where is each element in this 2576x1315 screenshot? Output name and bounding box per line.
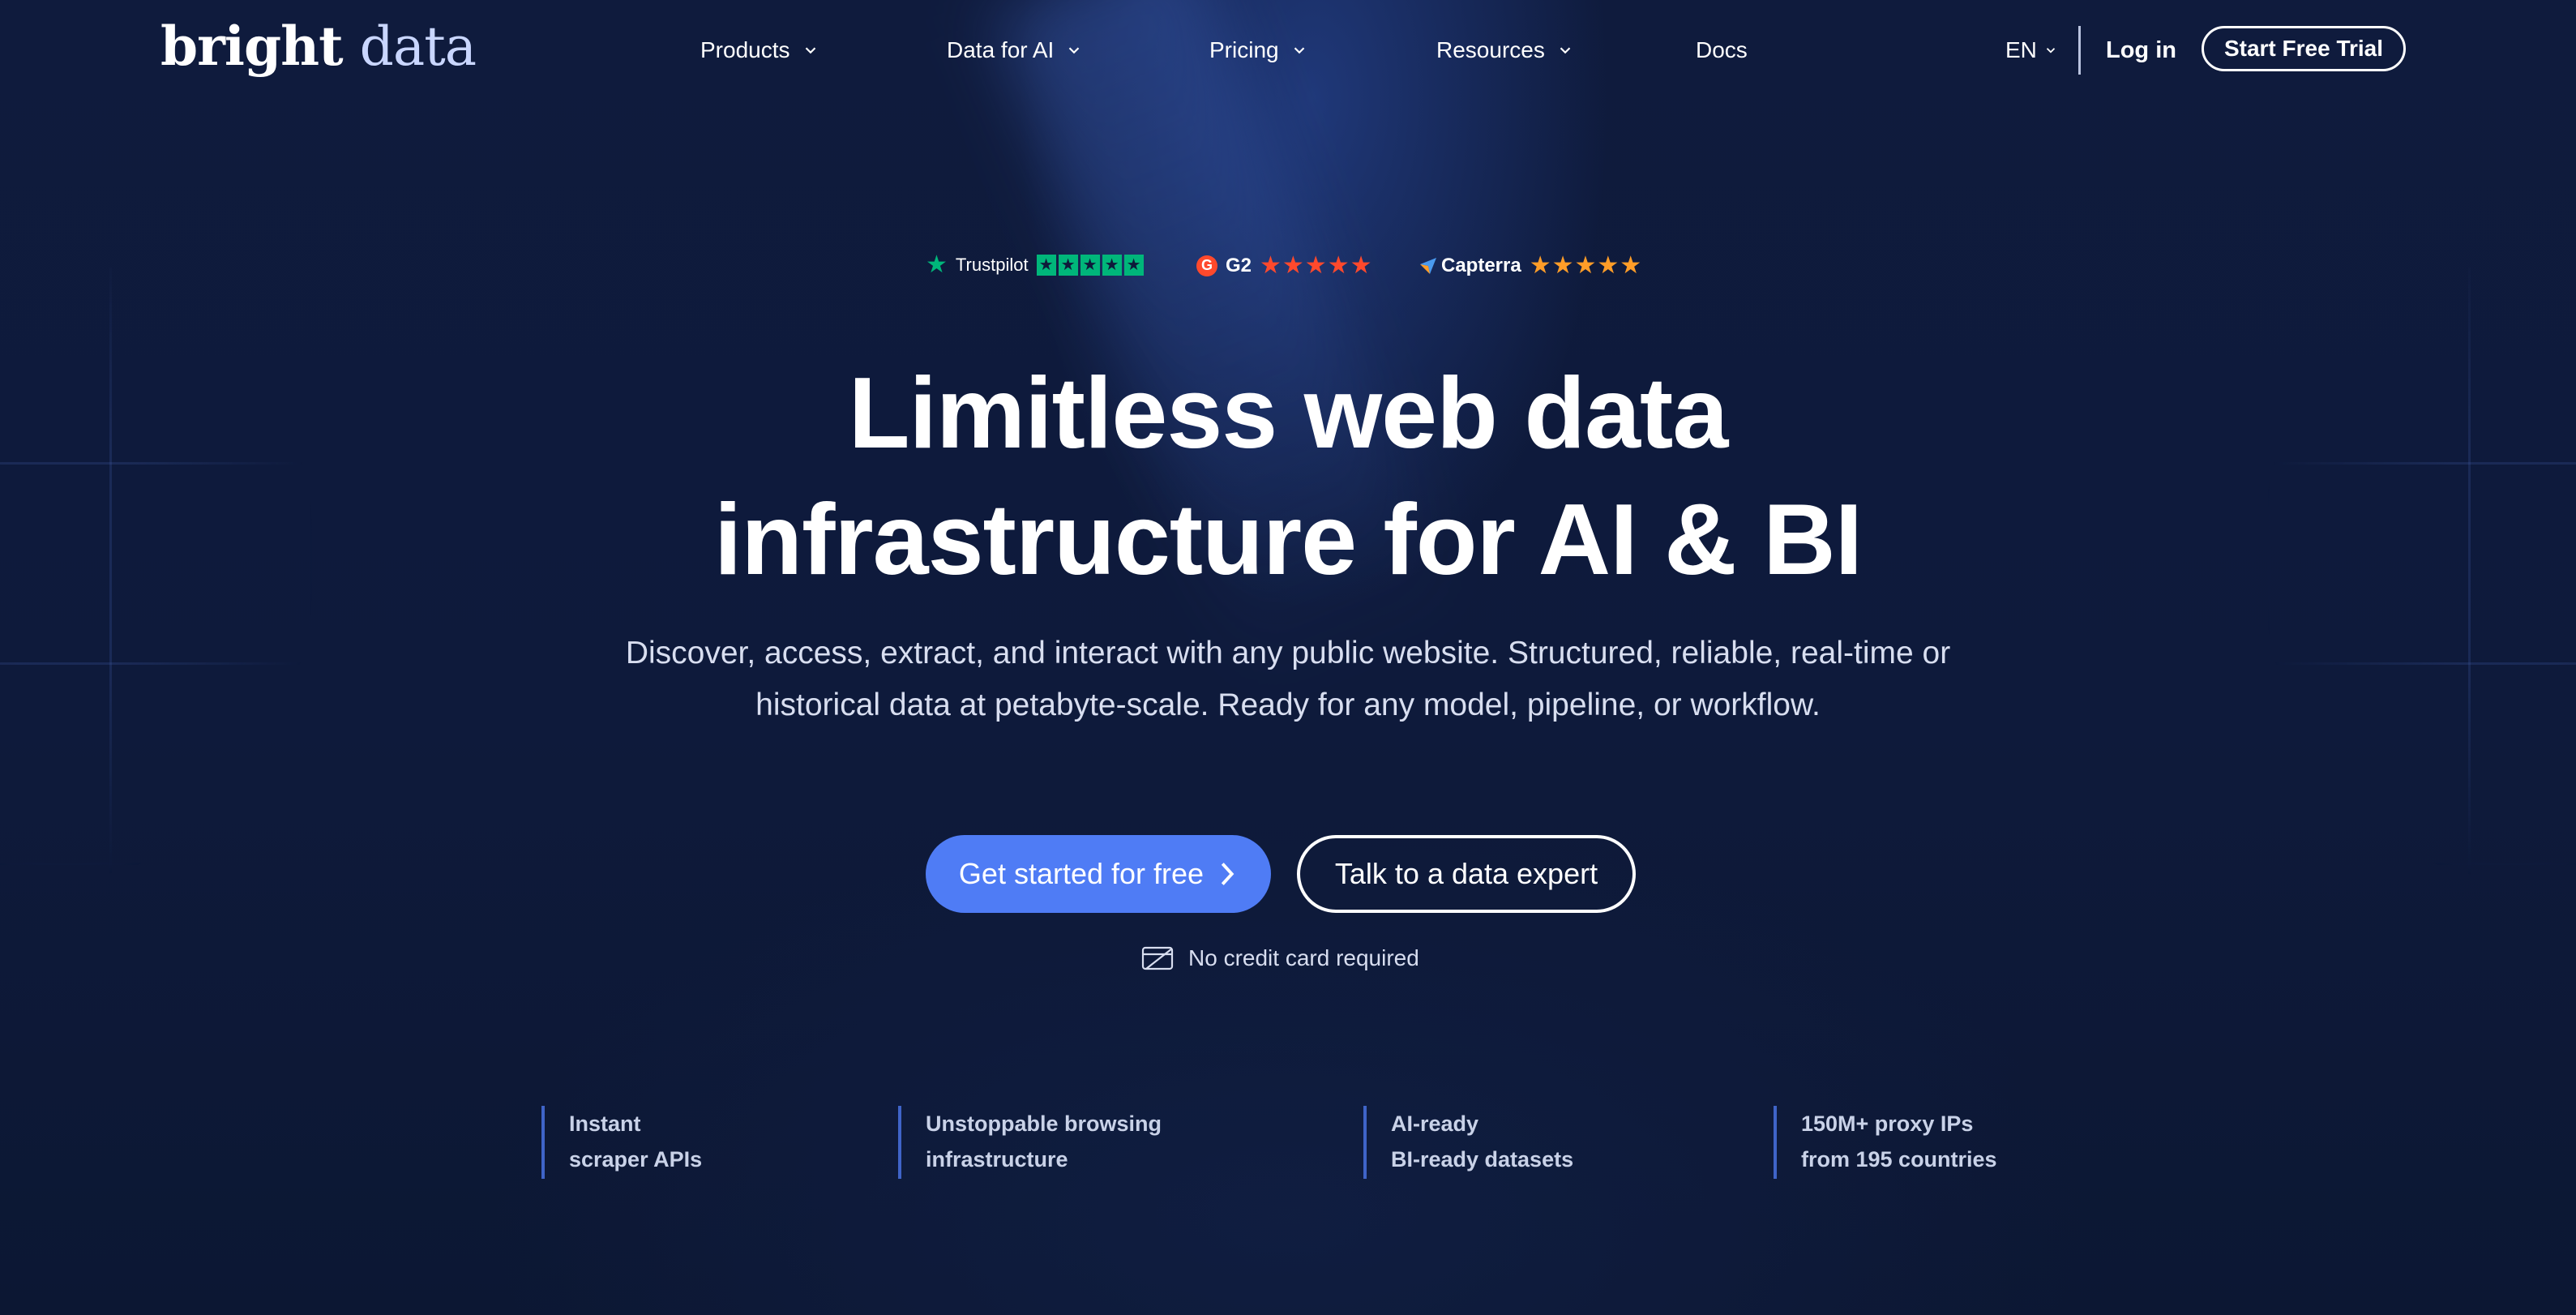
g2-logo-icon: G: [1196, 255, 1217, 276]
feature-item: AI-ready BI-ready datasets: [1363, 1106, 1573, 1179]
hero-title-line-1: Limitless web data: [848, 358, 1729, 469]
no-credit-card-note: No credit card required: [1141, 942, 1419, 974]
feature-line-2: from 195 countries: [1801, 1147, 1997, 1172]
get-started-button[interactable]: Get started for free: [926, 835, 1271, 913]
trustpilot-stars: ★ ★ ★ ★ ★: [1036, 255, 1144, 276]
nav-item-label: Resources: [1436, 37, 1545, 62]
feature-item: 150M+ proxy IPs from 195 countries: [1774, 1106, 1997, 1179]
trustpilot-star-icon: ★: [926, 251, 948, 278]
nav-item-resources[interactable]: Resources: [1436, 32, 1574, 68]
hero-subtitle: Discover, access, extract, and interact …: [0, 628, 2576, 731]
capterra-rating[interactable]: Capterra ★★★★★: [1419, 251, 1642, 280]
language-selector[interactable]: EN: [2005, 32, 2058, 68]
nav-item-products[interactable]: Products: [700, 32, 819, 68]
capterra-arrow-icon: [1420, 257, 1436, 274]
login-link[interactable]: Log in: [2106, 32, 2176, 68]
star-icon: ★: [1036, 255, 1056, 276]
capterra-stars: ★★★★★: [1529, 252, 1643, 279]
feature-line-2: BI-ready datasets: [1391, 1147, 1574, 1172]
top-navigation: bright data Products Data for AI Pricing…: [0, 0, 2576, 101]
capterra-label: Capterra: [1441, 254, 1521, 276]
feature-line-1: Unstoppable browsing: [926, 1112, 1162, 1136]
bright-data-logo[interactable]: bright data: [160, 10, 477, 84]
start-free-trial-button[interactable]: Start Free Trial: [2202, 26, 2406, 71]
get-started-label: Get started for free: [958, 857, 1205, 890]
g2-rating[interactable]: G G2 ★★★★★: [1196, 251, 1373, 280]
chevron-down-icon: [1294, 47, 1304, 54]
talk-to-expert-button[interactable]: Talk to a data expert: [1297, 835, 1636, 913]
nav-divider: [2078, 26, 2081, 75]
star-icon: ★: [1080, 255, 1100, 276]
trustpilot-label: Trustpilot: [955, 255, 1029, 275]
chevron-down-icon: [1069, 47, 1080, 54]
g2-label: G2: [1226, 254, 1252, 276]
hero-subtitle-line-2: historical data at petabyte-scale. Ready…: [755, 687, 1821, 722]
hero-title-line-2: infrastructure for AI & BI: [713, 484, 1863, 596]
star-icon: ★: [1058, 255, 1078, 276]
no-credit-card-text: No credit card required: [1188, 945, 1419, 970]
nav-item-data-for-ai[interactable]: Data for AI: [947, 32, 1083, 68]
feature-line-2: scraper APIs: [569, 1147, 703, 1172]
feature-line-1: 150M+ proxy IPs: [1801, 1112, 1974, 1136]
feature-line-1: Instant: [569, 1112, 641, 1136]
star-icon: ★: [1123, 255, 1144, 276]
chevron-down-icon: [2046, 48, 2056, 54]
nav-item-pricing[interactable]: Pricing: [1209, 32, 1308, 68]
feature-item: Unstoppable browsing infrastructure: [898, 1106, 1162, 1179]
nav-item-label: Data for AI: [947, 37, 1055, 62]
nav-item-docs[interactable]: Docs: [1696, 32, 1748, 68]
chevron-down-icon: [1560, 47, 1571, 54]
ratings-bar: ★ Trustpilot ★ ★ ★ ★ ★ G G2 ★★★★★ Capter…: [0, 250, 2576, 282]
star-icon: ★: [1102, 255, 1122, 276]
feature-line-1: AI-ready: [1391, 1112, 1479, 1136]
credit-card-crossed-icon: [1141, 946, 1174, 970]
nav-item-label: Products: [700, 37, 790, 62]
trustpilot-rating[interactable]: ★ Trustpilot ★ ★ ★ ★ ★: [926, 253, 1144, 277]
chevron-down-icon: [805, 47, 815, 54]
g2-stars: ★★★★★: [1260, 252, 1373, 279]
feature-item: Instant scraper APIs: [541, 1106, 702, 1179]
chevron-right-icon: [1221, 863, 1235, 885]
nav-item-label: Docs: [1696, 37, 1748, 62]
hero-title: Limitless web data infrastructure for AI…: [0, 350, 2576, 603]
language-label: EN: [2005, 37, 2037, 62]
hero-subtitle-line-1: Discover, access, extract, and interact …: [625, 636, 1951, 670]
nav-item-label: Pricing: [1209, 37, 1279, 62]
feature-line-2: infrastructure: [926, 1147, 1068, 1172]
